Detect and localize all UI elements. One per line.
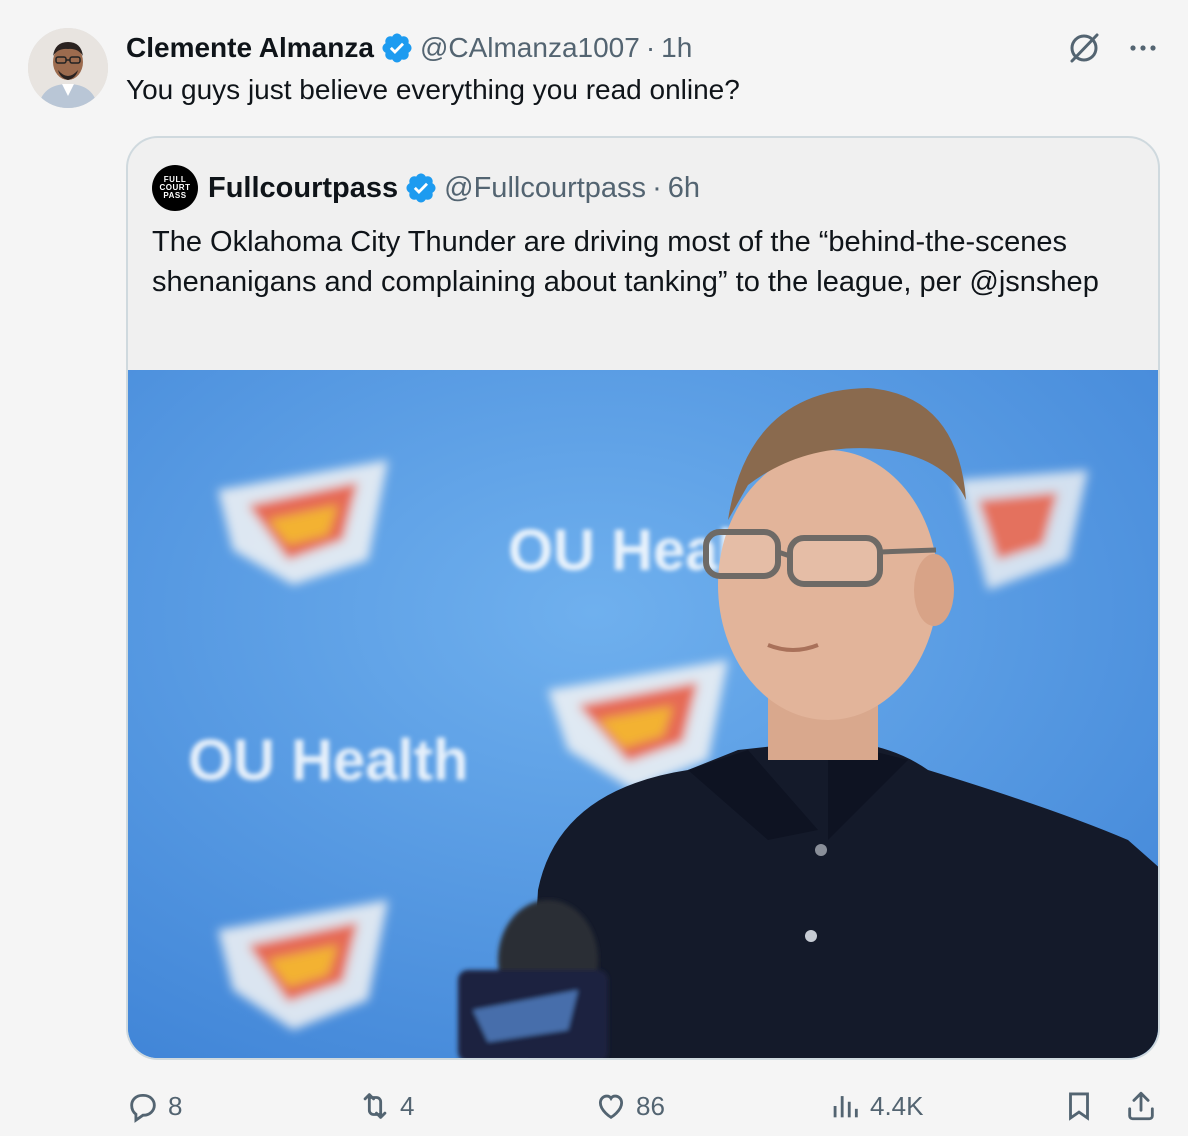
bookmark-button[interactable] <box>1062 1084 1096 1128</box>
quoted-author-handle[interactable]: @Fullcourtpass <box>444 172 646 205</box>
more-icon[interactable] <box>1126 31 1160 70</box>
tweet[interactable]: Clemente Almanza @CAlmanza1007 · 1h You … <box>0 0 1188 1136</box>
quoted-tweet-card[interactable]: FULL COURT PASS Fullcourtpass @Fullcourt… <box>126 136 1160 1060</box>
author-display-name[interactable]: Clemente Almanza <box>126 32 374 64</box>
reply-icon <box>130 1093 156 1123</box>
verified-badge-icon <box>404 171 438 205</box>
avatar-logo-text: PASS <box>163 191 187 200</box>
repost-count: 4 <box>400 1090 415 1121</box>
views-icon <box>833 1096 858 1118</box>
repost-icon <box>363 1093 387 1119</box>
like-count: 86 <box>636 1090 665 1121</box>
header-actions <box>1064 28 1160 73</box>
tweet-timestamp[interactable]: 1h <box>661 32 692 64</box>
like-icon <box>598 1094 624 1119</box>
bookmark-icon <box>1069 1092 1089 1121</box>
quoted-tweet-photo[interactable]: OU Health OU Health <box>128 370 1158 1058</box>
author-handle[interactable]: @CAlmanza1007 <box>420 32 640 64</box>
quoted-author-avatar[interactable]: FULL COURT PASS <box>152 165 198 211</box>
quoted-tweet-header: FULL COURT PASS Fullcourtpass @Fullcourt… <box>152 165 700 211</box>
background-sponsor-text: OU Health <box>188 728 468 793</box>
repost-button[interactable]: 4 <box>358 1084 414 1128</box>
quoted-author-display-name[interactable]: Fullcourtpass <box>208 172 398 205</box>
share-button[interactable] <box>1124 1084 1158 1128</box>
like-button[interactable]: 86 <box>594 1084 665 1128</box>
views-button[interactable]: 4.4K <box>828 1084 924 1128</box>
tweet-header: Clemente Almanza @CAlmanza1007 · 1h <box>126 30 692 66</box>
verified-badge-icon <box>380 31 414 65</box>
separator-dot: · <box>645 32 656 63</box>
separator-dot: · <box>652 171 662 204</box>
quoted-tweet-timestamp[interactable]: 6h <box>668 172 700 205</box>
reply-count: 8 <box>168 1090 183 1121</box>
author-avatar[interactable] <box>28 28 108 108</box>
view-count: 4.4K <box>870 1090 924 1121</box>
quoted-tweet-text: The Oklahoma City Thunder are driving mo… <box>152 226 1099 298</box>
grok-icon[interactable] <box>1064 28 1104 73</box>
tweet-text: You guys just believe everything you rea… <box>126 74 740 105</box>
tweet-action-bar: 8 4 86 4.4K <box>126 1084 1160 1128</box>
share-icon <box>1128 1091 1154 1121</box>
reply-button[interactable]: 8 <box>126 1084 182 1128</box>
